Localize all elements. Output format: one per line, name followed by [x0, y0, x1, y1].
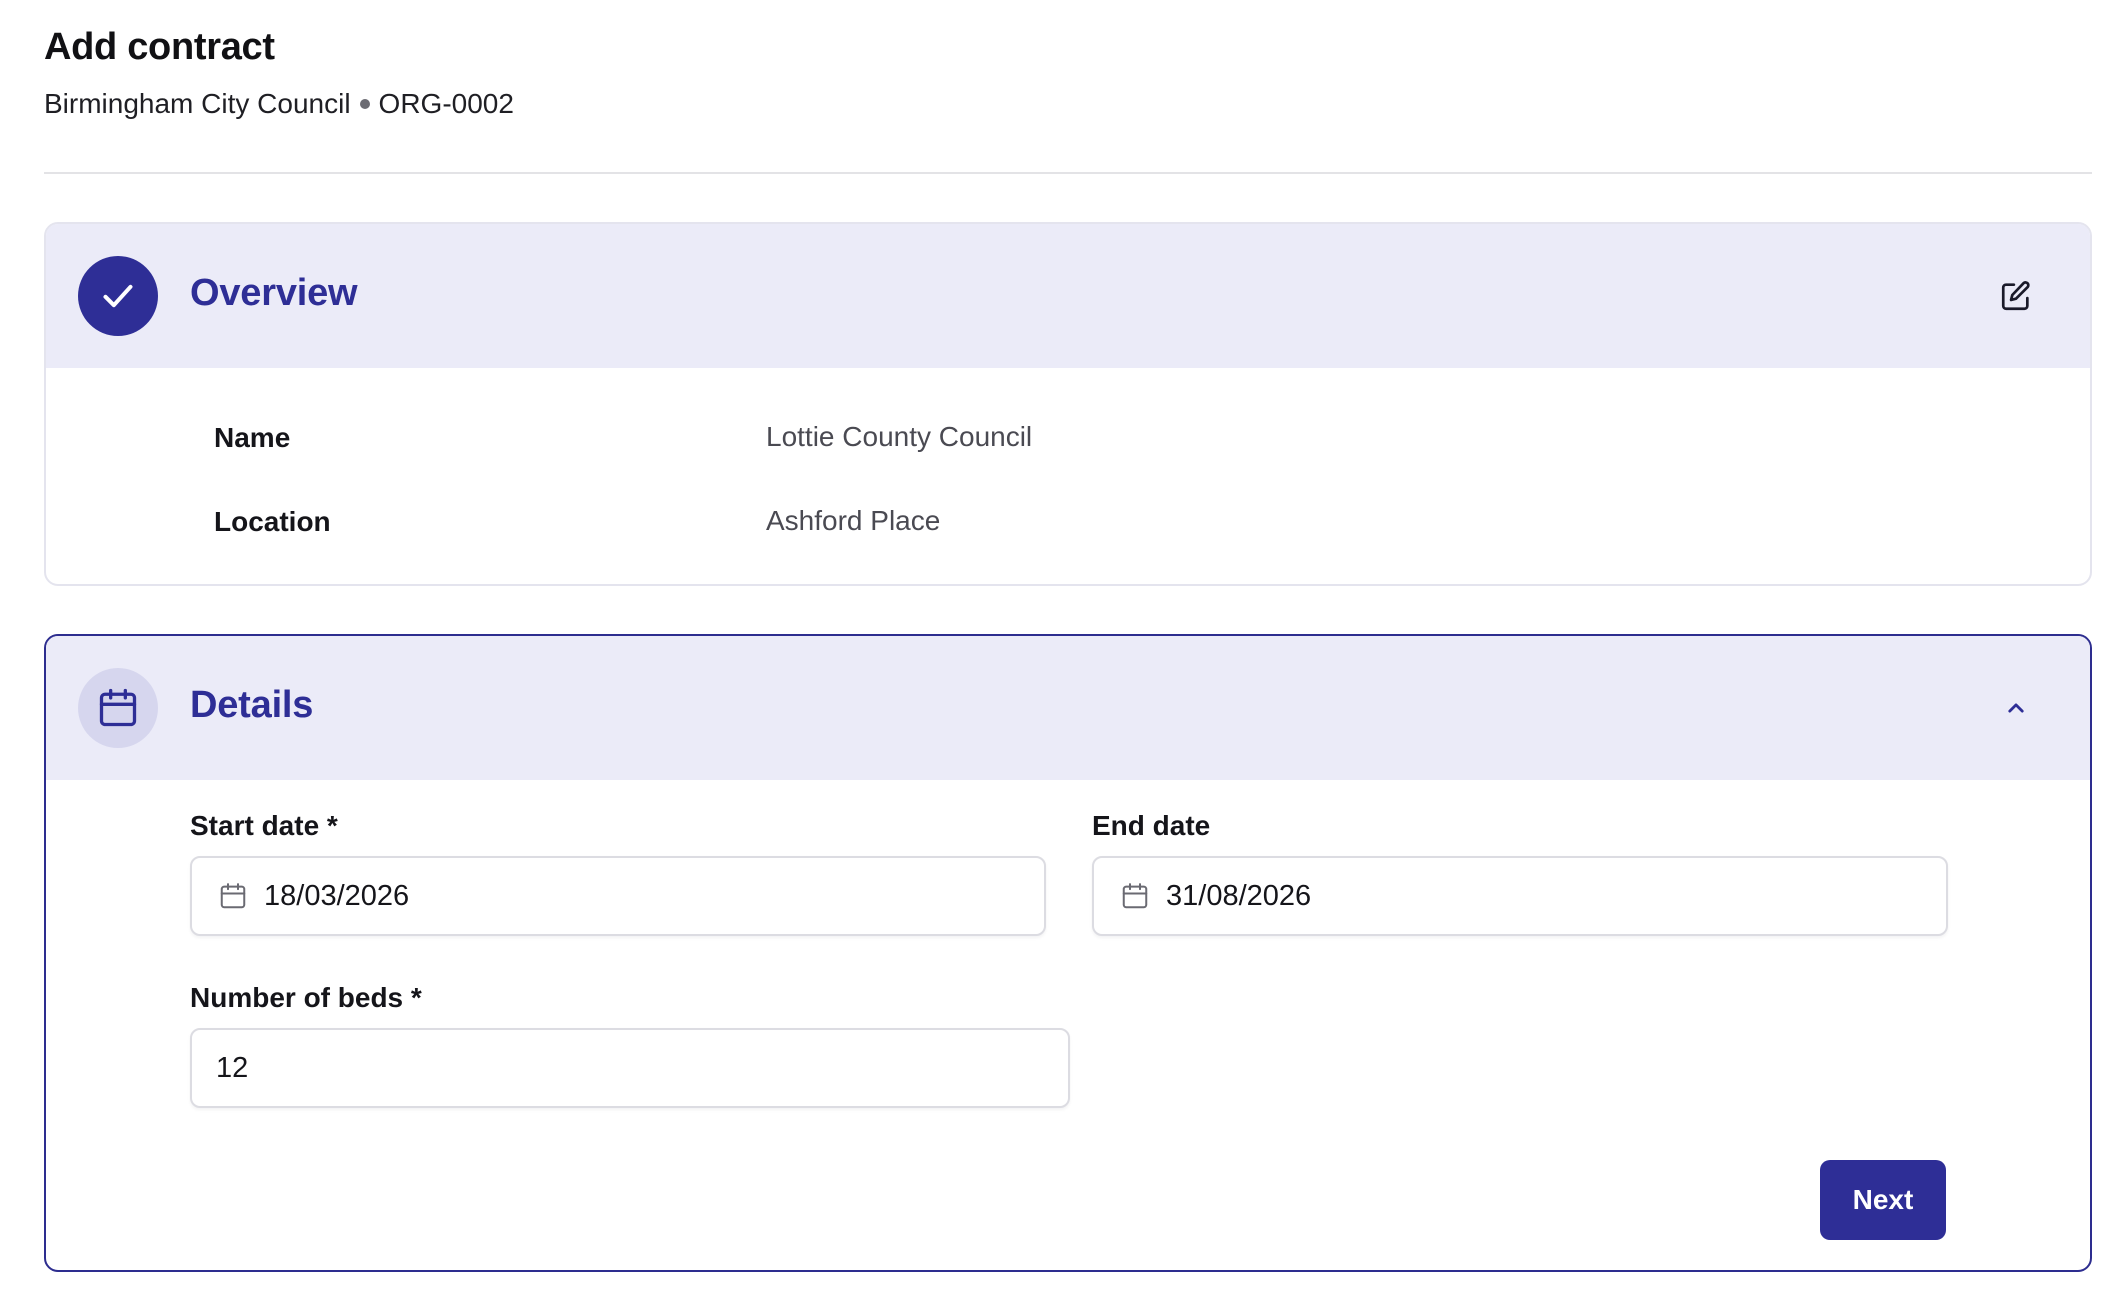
chevron-up-icon: [2008, 703, 2024, 713]
beds-value: 12: [216, 1051, 249, 1084]
edit-icon: [2001, 281, 2030, 311]
start-date-value: 18/03/2026: [264, 879, 410, 912]
name-value: Lottie County Council: [766, 421, 1033, 452]
overview-card: Overview Name Lottie County Council Loca…: [44, 222, 2092, 586]
calendar-icon: [99, 688, 137, 727]
next-button[interactable]: Next: [1820, 1160, 1946, 1240]
page-title: Add contract: [44, 26, 275, 68]
header-divider: [44, 172, 2092, 174]
calendar-icon: [1122, 883, 1148, 909]
calendar-icon: [220, 883, 246, 909]
organization-subtitle: Birmingham City Council ORG-0002: [44, 88, 514, 120]
details-header[interactable]: Details: [46, 636, 2090, 780]
add-contract-page: Add contract Birmingham City Council ORG…: [0, 0, 2120, 1300]
details-card: Details Start date * 18/03/2026 End date: [44, 634, 2092, 1272]
name-label: Name: [214, 422, 291, 453]
end-date-value: 31/08/2026: [1166, 879, 1312, 912]
collapse-details-button[interactable]: [1994, 686, 2038, 730]
details-title: Details: [190, 684, 314, 726]
end-date-input[interactable]: 31/08/2026: [1092, 856, 1948, 936]
location-value: Ashford Place: [766, 505, 941, 536]
edit-overview-button[interactable]: [1994, 274, 2038, 318]
organization-id: ORG-0002: [378, 88, 514, 119]
end-date-label: End date: [1092, 810, 1211, 841]
step-complete-badge: [78, 256, 158, 336]
overview-title: Overview: [190, 272, 358, 314]
start-date-label: Start date *: [190, 810, 338, 841]
organization-name: Birmingham City Council: [44, 88, 351, 119]
beds-input[interactable]: 12: [190, 1028, 1070, 1108]
beds-label: Number of beds *: [190, 982, 422, 1013]
start-date-input[interactable]: 18/03/2026: [190, 856, 1046, 936]
step-current-badge: [78, 668, 158, 748]
separator-dot: [359, 99, 370, 109]
overview-header: Overview: [46, 224, 2090, 368]
check-icon: [103, 284, 133, 308]
location-label: Location: [214, 506, 331, 537]
